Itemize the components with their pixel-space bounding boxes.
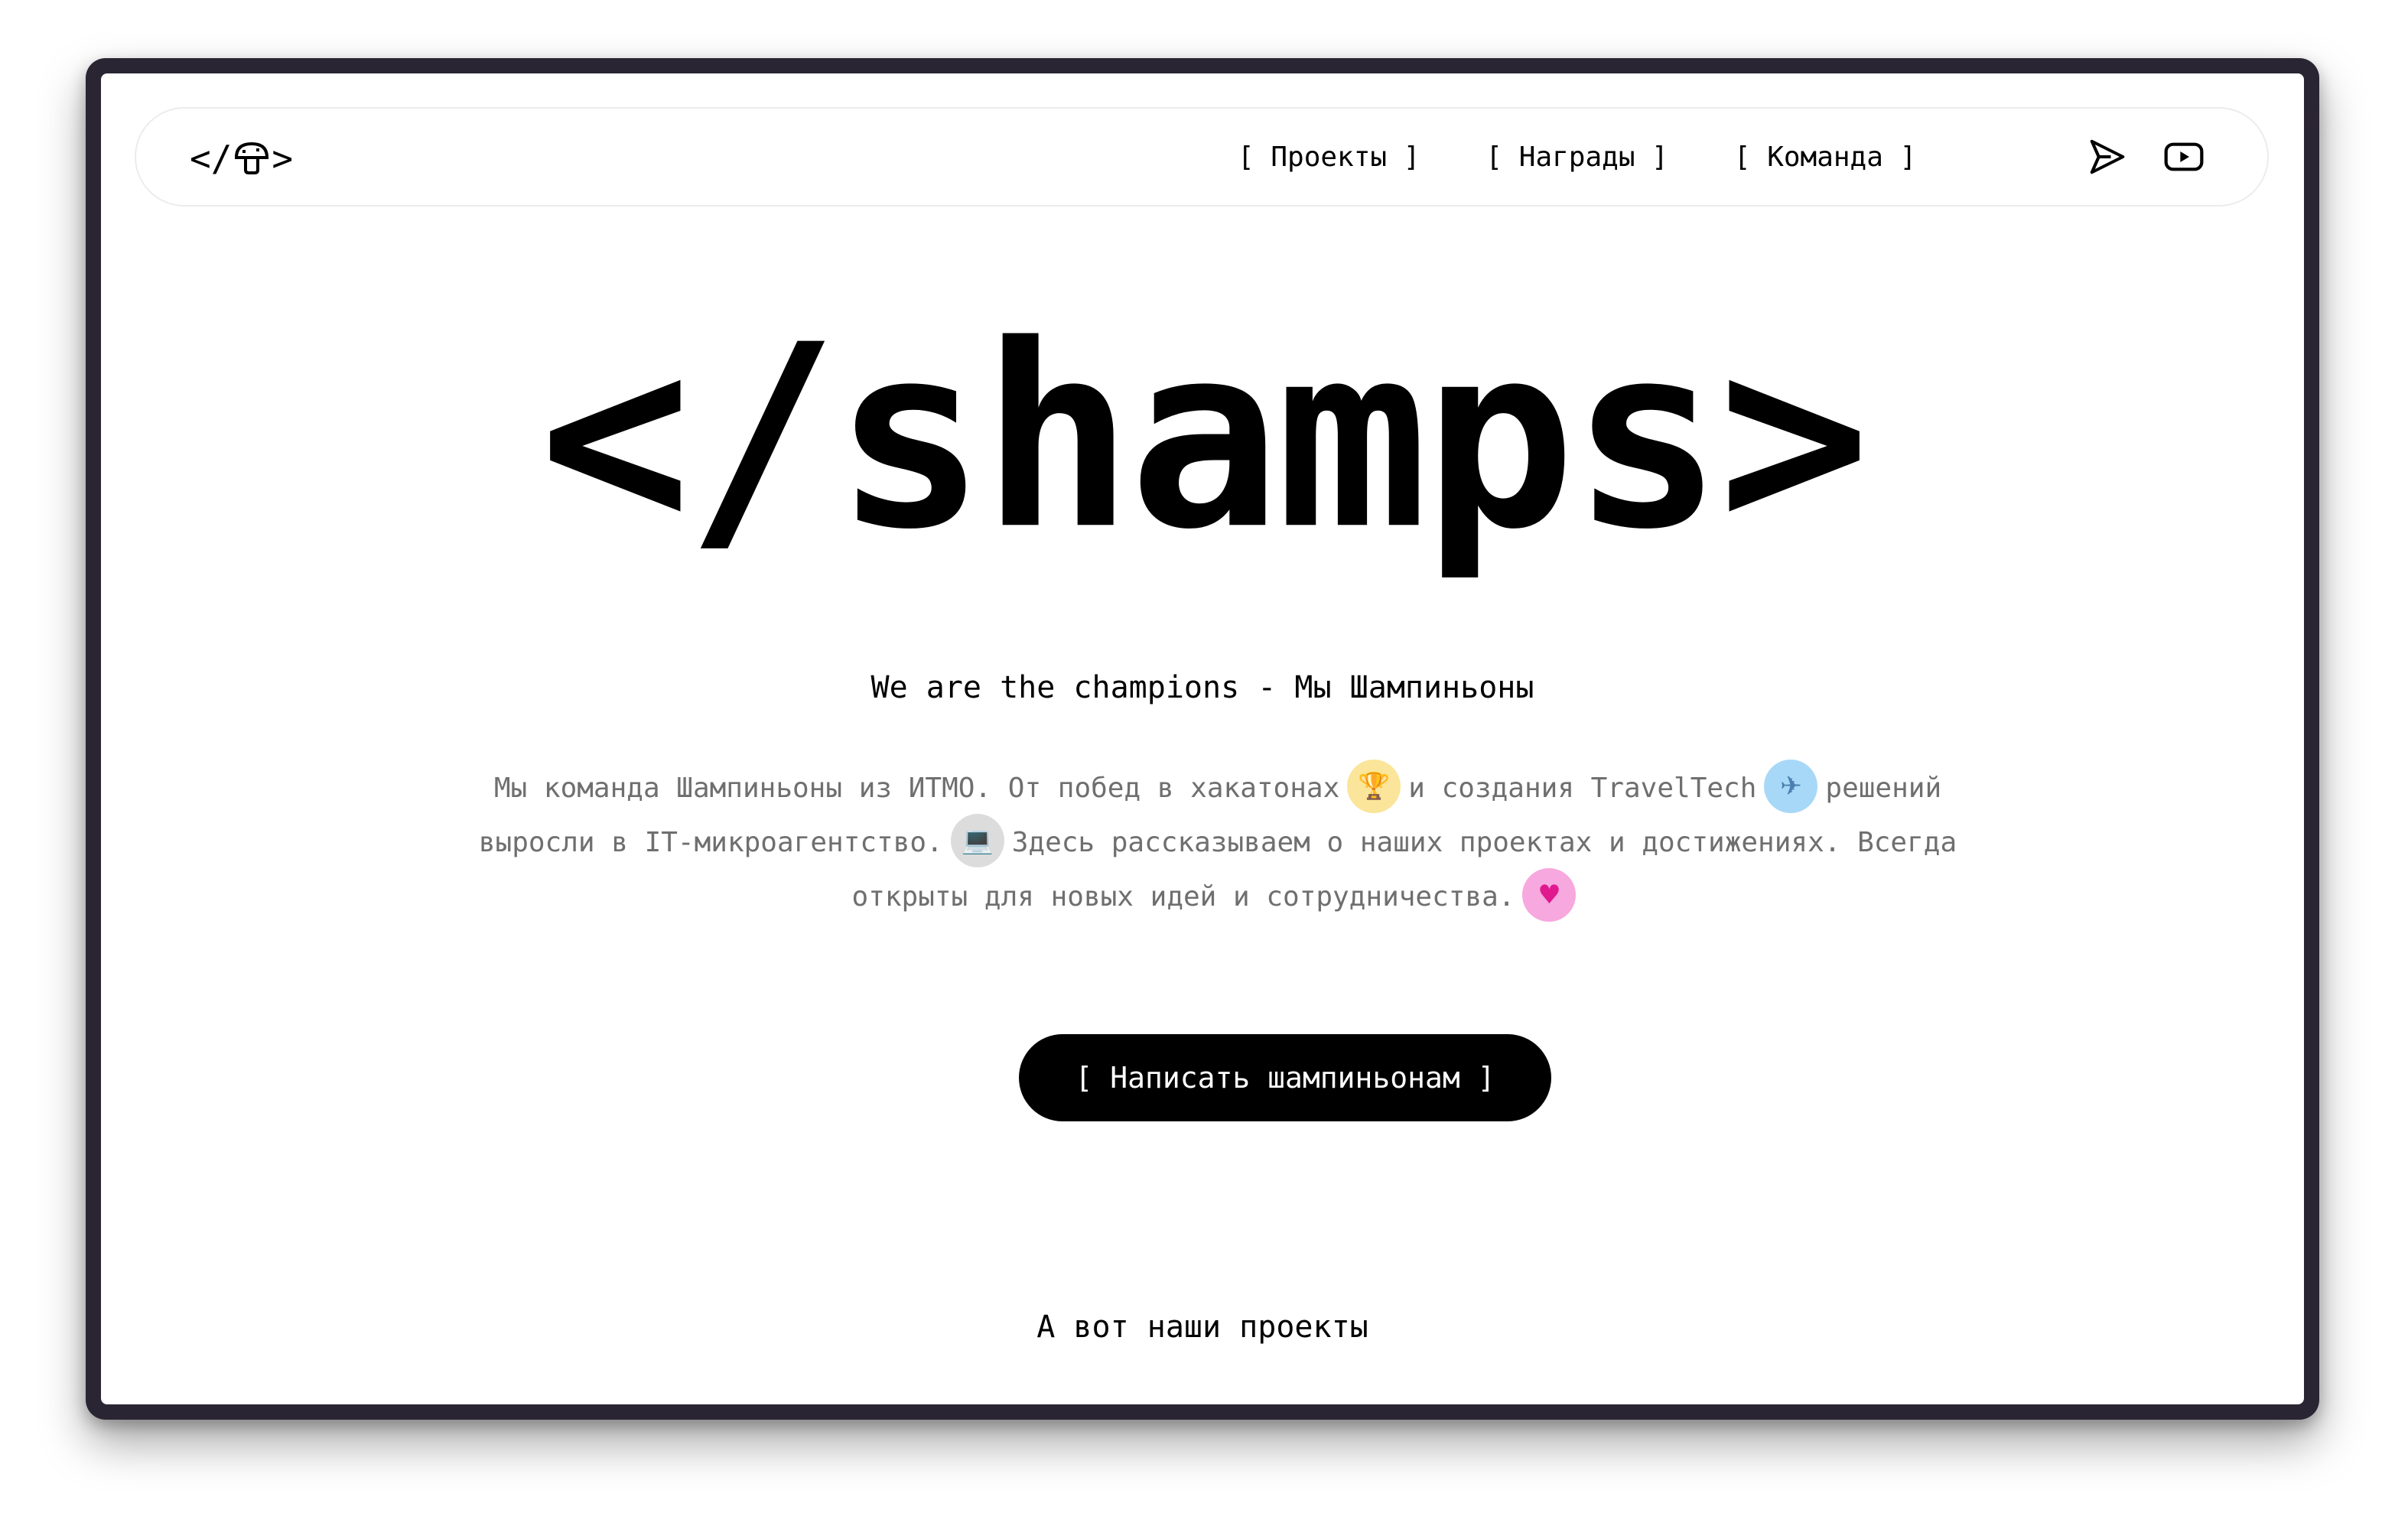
telegram-send-icon[interactable] [2085, 135, 2130, 179]
hero-title-graphic: </shamps> [539, 303, 1870, 584]
projects-section-title: А вот наши проекты [1036, 1310, 1368, 1345]
mushroom-icon [235, 142, 269, 174]
trophy-icon: 🏆 [1347, 760, 1401, 813]
nav-link-projects[interactable]: [ Проекты ] [1238, 142, 1420, 173]
write-to-team-button[interactable]: [ Написать шампиньонам ] [1019, 1034, 1551, 1121]
logo-right: > [272, 138, 294, 179]
nav-social-icons [2085, 109, 2206, 205]
send-icon [2090, 139, 2125, 174]
description-part-4: Здесь рассказываем о наших проектах и до… [851, 827, 1957, 913]
hero-title-text: </shamps> [539, 303, 1866, 584]
description-part-2: и создания TravelTech [1408, 773, 1757, 804]
description-part-1: Мы команда Шампиньоны из ИТМО. От побед … [493, 773, 1340, 804]
top-navbar: </ > [ Проекты ] [ Награды ] [ Команда ] [135, 107, 2269, 207]
airplane-icon: ✈ [1764, 760, 1818, 813]
hero-tagline: We are the champions - Мы Шампиньоны [870, 670, 1534, 705]
nav-link-awards[interactable]: [ Награды ] [1485, 142, 1668, 173]
nav-links: [ Проекты ] [ Награды ] [ Команда ] [1238, 109, 1916, 205]
page-viewport: </ > [ Проекты ] [ Награды ] [ Команда ] [101, 73, 2304, 1404]
youtube-icon[interactable] [2162, 135, 2206, 179]
hero-title: </shamps> [101, 303, 2304, 685]
site-logo[interactable]: </ > [190, 138, 294, 179]
hero-description: Мы команда Шампиньоны из ИТМО. От побед … [438, 760, 1998, 925]
laptop-icon: 💻 [950, 814, 1004, 867]
browser-window: </ > [ Проекты ] [ Награды ] [ Команда ] [86, 58, 2319, 1420]
heart-icon: ♥ [1522, 868, 1577, 922]
play-icon [2164, 142, 2204, 171]
logo-left: </ [190, 138, 233, 179]
nav-link-team[interactable]: [ Команда ] [1734, 142, 1916, 173]
